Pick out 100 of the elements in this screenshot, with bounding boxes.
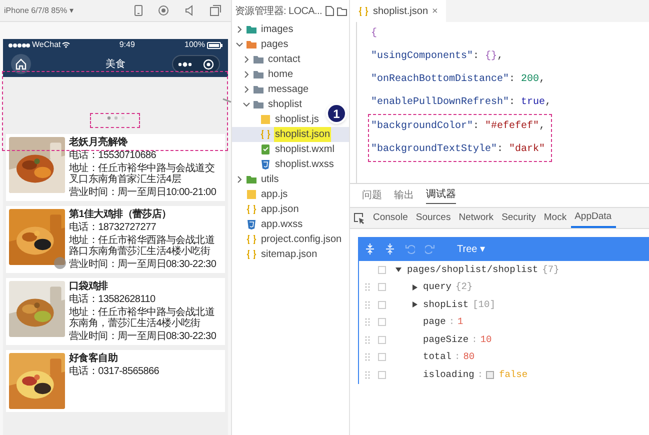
select-checkbox[interactable] [378,318,386,326]
drag-handle-icon[interactable] [365,283,370,292]
more-icon[interactable] [178,62,192,66]
select-checkbox[interactable] [378,283,386,292]
devtools-tab[interactable]: Console [369,208,412,228]
close-icon[interactable] [202,58,214,70]
file-tree-item[interactable]: message [232,82,310,97]
shop-name: 第1佳大鸡排（蕾莎店） [69,209,172,220]
file-tree-item[interactable]: shoplist.json [232,127,349,142]
chevron-down-icon[interactable] [243,101,250,108]
value-checkbox[interactable] [486,370,494,379]
file-tree-item[interactable]: app.js [232,187,289,202]
file-icon [246,189,257,200]
braces-icon [358,6,369,16]
select-checkbox[interactable] [378,266,386,274]
file-tree-item[interactable]: sitemap.json [232,247,318,262]
editor-tab[interactable]: shoplist.json × [350,0,446,22]
tree-mode-selector[interactable]: Tree ▾ [457,242,485,256]
braces-icon [246,249,257,260]
data-value: 1 [458,315,464,330]
data-key: page [423,315,446,330]
code-line: "backgroundTextStyle": "dark" [371,142,546,157]
data-value: 10 [480,332,492,347]
speaker-icon[interactable] [184,5,195,16]
close-tab-icon[interactable]: × [432,4,438,18]
select-checkbox[interactable] [378,336,386,344]
shop-name: 好食客自助 [69,353,119,364]
file-tree-item[interactable]: shoplist.js [232,112,320,127]
device-selector[interactable]: iPhone 6/7/8 85% ▾ [4,4,74,16]
shop-card[interactable]: 老妖月亮解馋 电话：15530710686 地址：任丘市裕华中路与会战道交叉口东南角首家汇生活4层 营业时间：周一至周日10:00-21:00 [6,134,225,201]
data-key: pageSize [423,332,469,347]
new-folder-icon[interactable] [337,6,347,16]
code-line: "enablePullDownRefresh": true, [371,96,552,110]
item-count: {7} [542,262,560,277]
devtools-tab[interactable]: Network [454,208,498,228]
devtools-tab[interactable]: Security [498,208,540,228]
expand-arrow-icon[interactable] [411,301,418,308]
select-checkbox[interactable] [378,353,386,362]
expand-all-icon[interactable] [365,243,375,255]
new-file-icon[interactable] [325,6,334,16]
home-button[interactable] [11,54,31,74]
status-time: 9:49 [119,39,135,51]
file-tree-item[interactable]: shoplist.wxss [232,157,335,172]
code-line: { [371,26,378,41]
file-tree-item[interactable]: home [232,67,294,82]
data-key: total [423,350,452,364]
shop-card[interactable]: 好食客自助 电话：0317-8565866 [6,350,225,412]
chevron-right-icon[interactable] [236,176,243,183]
devtools-tab[interactable]: Mock [540,208,571,228]
drag-handle-icon[interactable] [365,300,370,309]
devtools-tab[interactable]: Sources [412,208,455,228]
shop-hours: 营业时间：周一至周日10:00-21:00 [69,187,218,198]
panel-tab[interactable]: 调试器 [426,187,456,204]
shop-card[interactable]: 第1佳大鸡排（蕾莎店） 电话：18732727277 地址：任丘市裕华西路与会战北道路口东南角蕾莎汇生活4楼小吃街 营业时间：周一至周日08:30-22:30 [6,206,225,273]
phone-icon[interactable] [134,5,143,16]
chevron-right-icon[interactable] [243,71,250,78]
file-tree-item[interactable]: app.json [232,202,300,217]
file-name: app.wxss [260,218,304,232]
panel-tab[interactable]: 输出 [394,188,414,204]
drag-handle-icon[interactable] [365,336,370,344]
collapse-arrow-icon[interactable] [395,266,402,274]
file-name: sitemap.json [260,248,318,262]
file-tree-item[interactable]: utils [232,172,280,187]
folder-icon [253,100,264,109]
file-tree-item[interactable]: app.wxss [232,217,304,232]
file-name: shoplist.js [274,113,320,127]
chevron-right-icon[interactable] [243,86,250,93]
file-tree-item[interactable]: images [232,22,294,37]
file-icon [246,219,257,230]
folder-icon [246,25,257,34]
panel-tab[interactable]: 问题 [362,188,382,204]
drag-handle-icon[interactable] [365,370,370,379]
file-tree-item[interactable]: shoplist.wxml [232,142,336,157]
file-tree-item[interactable]: project.config.json [232,232,343,247]
file-name: shoplist.wxml [274,143,336,157]
chevron-right-icon[interactable] [243,56,250,63]
record-icon[interactable] [158,5,169,16]
shop-address: 地址：任丘市裕华中路与会战道交叉口东南角首家汇生活4层 [69,163,216,185]
devtools-tab[interactable]: AppData [570,208,616,228]
drag-handle-icon[interactable] [365,318,370,326]
file-tree-item[interactable]: contact [232,52,302,67]
collapse-all-icon[interactable] [385,243,395,255]
file-icon [260,144,271,155]
file-name: app.json [260,203,300,217]
shop-card[interactable]: 口袋鸡排 电话：13582628110 地址：任丘市裕华中路与会战北道东南角，蕾莎汇生活4楼小吃街 营业时间：周一至周日08:30-22:30 [6,278,225,345]
expand-arrow-icon[interactable] [411,284,418,291]
file-tree-item[interactable]: pages [232,37,290,52]
select-checkbox[interactable] [378,300,386,309]
drag-handle-icon[interactable] [365,353,370,362]
battery-percent: 100% [184,39,205,51]
inspect-icon[interactable] [354,212,365,224]
chevron-down-icon[interactable] [236,41,243,48]
data-key: pages/shoplist/shoplist [407,262,538,277]
file-name: home [267,68,294,82]
braces-icon [260,129,271,140]
select-checkbox[interactable] [378,370,386,379]
window-icon[interactable] [210,5,221,16]
file-tree-item[interactable]: shoplist [232,97,303,112]
braces-icon [246,204,257,215]
chevron-right-icon[interactable] [236,26,243,33]
